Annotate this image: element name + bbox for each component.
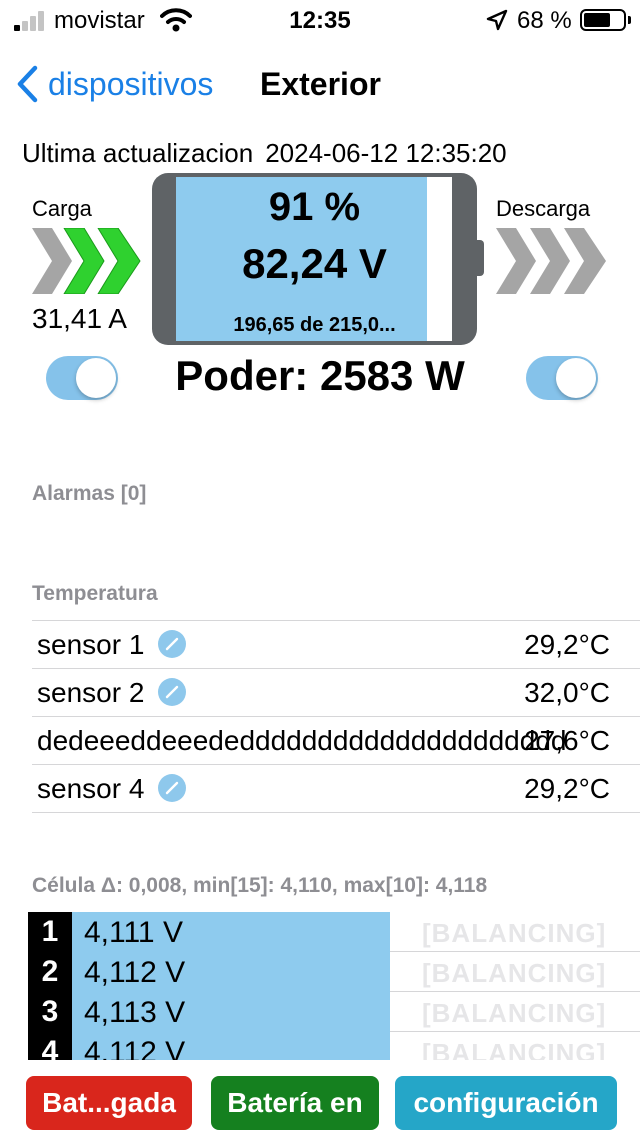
- temperature-row[interactable]: sensor 2 32,0°C: [32, 668, 640, 716]
- cell-status: [BALANCING]: [422, 918, 607, 948]
- back-label: dispositivos: [48, 65, 214, 102]
- sensor-name: sensor 1: [37, 629, 145, 660]
- battery-cap: [628, 16, 631, 24]
- pencil-icon[interactable]: [158, 773, 187, 802]
- last-update: Ultima actualizacion 2024-06-12 12:35:20: [22, 138, 507, 169]
- sensor-value: 29,2°C: [524, 773, 610, 804]
- pencil-icon[interactable]: [158, 629, 187, 658]
- temperature-header: Temperatura: [32, 582, 158, 605]
- sensor-name: sensor 2: [37, 677, 145, 708]
- temperature-row[interactable]: sensor 4 29,2°C: [32, 764, 640, 813]
- sensor-value: 27,6°C: [524, 725, 610, 756]
- cell-row: 2 4,112 V [BALANCING]: [28, 952, 640, 992]
- cell-row: 1 4,111 V [BALANCING]: [28, 912, 640, 952]
- battery-percent-value: 91 %: [268, 185, 361, 229]
- charge-current: 31,41 A: [32, 303, 127, 334]
- cell-number: 2: [28, 952, 72, 992]
- battery-voltage: 82,24 V: [242, 240, 387, 287]
- battery-terminal: [476, 240, 484, 276]
- cell-voltage: 4,113 V: [84, 996, 186, 1029]
- cell-number: 3: [28, 992, 72, 1032]
- sensor-value: 32,0°C: [524, 677, 610, 708]
- cell-row: 3 4,113 V [BALANCING]: [28, 992, 640, 1032]
- charge-label: Carga: [32, 196, 92, 221]
- sensor-name: dedeeeddeeededdddddddddddddddddddd: [37, 725, 567, 756]
- alarms-header: Alarmas [0]: [32, 482, 147, 505]
- battery-charged-button[interactable]: Bat...gada: [26, 1076, 192, 1130]
- temperature-row[interactable]: sensor 1 29,2°C: [32, 620, 640, 668]
- cell-voltage: 4,111 V: [84, 916, 183, 949]
- discharge-label: Descarga: [496, 196, 591, 221]
- cell-list: 1 4,111 V [BALANCING] 2 4,112 V [BALANCI…: [28, 912, 640, 1060]
- discharge-toggle[interactable]: [526, 356, 598, 400]
- battery-on-button[interactable]: Batería en: [211, 1076, 379, 1130]
- temperature-row[interactable]: dedeeeddeeededdddddddddddddddddddd 27,6°…: [32, 716, 640, 764]
- battery-percent: 68 %: [517, 7, 572, 34]
- cell-voltage: 4,112 V: [84, 1036, 186, 1060]
- settings-button[interactable]: configuración: [395, 1076, 617, 1130]
- power-readout: Poder: 2583 W: [175, 352, 465, 399]
- charge-arrows-icon: [32, 228, 141, 294]
- cell-voltage: 4,112 V: [84, 956, 186, 989]
- cell-number: 4: [28, 1032, 72, 1060]
- cell-status: [BALANCING]: [422, 1038, 607, 1060]
- temperature-list: sensor 1 29,2°C sensor 2 32,0°C dedeeedd…: [32, 620, 640, 813]
- discharge-arrows-icon: [496, 228, 606, 294]
- location-arrow-icon: [486, 9, 508, 31]
- last-update-label: Ultima actualizacion: [22, 138, 254, 168]
- sensor-value: 29,2°C: [524, 629, 610, 660]
- pencil-icon[interactable]: [158, 677, 187, 706]
- back-button[interactable]: dispositivos: [16, 62, 213, 106]
- charge-toggle[interactable]: [46, 356, 118, 400]
- cell-row: 4 4,112 V [BALANCING]: [28, 1032, 640, 1060]
- battery-capacity: 196,65 de 215,0...: [233, 314, 396, 336]
- cell-number: 1: [28, 912, 72, 952]
- cell-status: [BALANCING]: [422, 958, 607, 988]
- last-update-timestamp: 2024-06-12 12:35:20: [265, 138, 507, 168]
- cells-header: Célula Δ: 0,008, min[15]: 4,110, max[10]…: [32, 874, 488, 897]
- chevron-left-icon: [17, 65, 38, 103]
- cell-status: [BALANCING]: [422, 998, 607, 1028]
- status-bar: movistar 12:35 68 %: [0, 0, 640, 40]
- battery-icon: [580, 9, 626, 31]
- page-title: Exterior: [260, 66, 381, 102]
- sensor-name: sensor 4: [37, 773, 145, 804]
